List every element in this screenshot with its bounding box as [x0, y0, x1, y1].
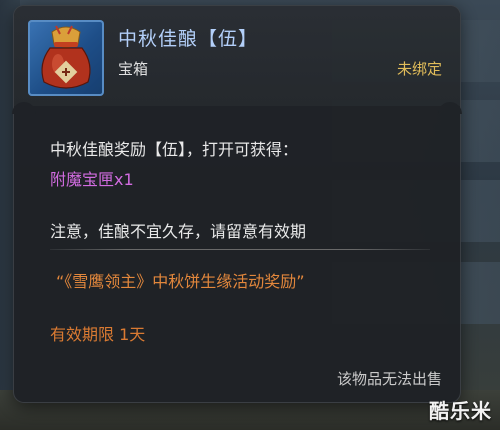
- item-source: “《雪鹰领主》中秋饼生缘活动奖励”: [56, 272, 305, 291]
- item-type: 宝箱: [118, 60, 149, 78]
- sell-status: 该物品无法出售: [336, 370, 442, 388]
- divider: [50, 249, 430, 250]
- wine-jar-icon: [41, 25, 91, 89]
- bind-status: 未绑定: [396, 60, 442, 78]
- reward-item: 附魔宝匣x1: [50, 170, 134, 189]
- item-icon-slot[interactable]: [28, 20, 104, 96]
- expiry-warning: 注意，佳酿不宜久存，请留意有效期: [50, 222, 307, 241]
- item-tooltip: 中秋佳酿【伍】 宝箱 未绑定 中秋佳酿奖励【伍】，打开可获得： 附魔宝匣x1 注…: [12, 6, 462, 402]
- reward-description: 中秋佳酿奖励【伍】，打开可获得：: [50, 140, 299, 159]
- tooltip-header: 中秋佳酿【伍】 宝箱 未绑定: [14, 6, 460, 106]
- expiry-duration: 有效期限 1天: [50, 325, 146, 344]
- site-watermark: 酷乐米: [429, 399, 492, 423]
- item-name: 中秋佳酿【伍】: [118, 28, 259, 50]
